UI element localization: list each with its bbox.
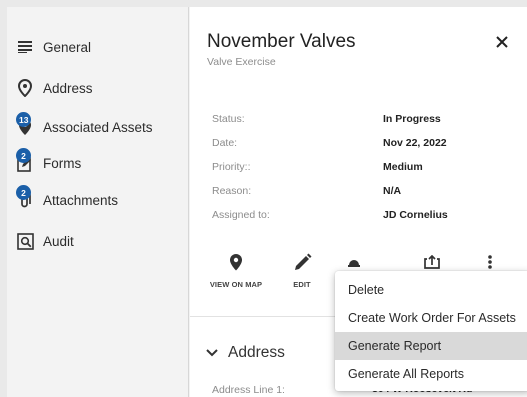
location-pin-icon: 13 [15,112,35,137]
view-on-map-button[interactable]: VIEW ON MAP [203,251,269,299]
menu-item-create-work-order[interactable]: Create Work Order For Assets [335,304,527,332]
list-icon [15,37,35,57]
menu-item-generate-report[interactable]: Generate Report [335,332,527,360]
sidebar-item-audit[interactable]: Audit [7,226,189,256]
pencil-icon [291,251,313,273]
form-edit-icon: 2 [15,148,35,173]
page-title: November Valves [207,31,356,52]
sidebar-item-forms[interactable]: 2 Forms [7,148,189,178]
detail-value: Medium [383,161,423,173]
view-on-map-label: VIEW ON MAP [209,280,263,289]
menu-item-generate-all-reports[interactable]: Generate All Reports [335,360,527,388]
work-order-window: General Address 13 Associated Assets 2 F… [7,7,527,397]
detail-value: JD Cornelius [383,209,448,221]
detail-label: Status: [212,113,245,125]
sidebar-item-label: Forms [43,155,82,171]
sidebar-item-label: Attachments [43,192,119,208]
detail-label: Reason: [212,185,252,197]
count-badge: 2 [16,185,31,200]
chevron-down-icon [206,344,218,362]
detail-reason: Reason: N/A [212,185,512,201]
count-badge: 2 [16,148,31,163]
sidebar-item-label: General [43,39,92,55]
more-options-menu: Delete Create Work Order For Assets Gene… [335,271,527,391]
sidebar: General Address 13 Associated Assets 2 F… [7,7,189,397]
hard-hat-icon [343,251,365,273]
location-pin-icon [225,251,247,273]
close-icon [496,35,508,53]
sidebar-item-general[interactable]: General [7,32,189,62]
sidebar-item-label: Address [43,80,93,96]
detail-value: Nov 22, 2022 [383,137,447,149]
detail-status: Status: In Progress [212,113,512,129]
detail-label: Date: [212,137,238,149]
location-pin-icon [15,78,35,98]
section-title: Address [228,344,285,361]
sidebar-item-label: Audit [43,233,74,249]
sidebar-item-label: Associated Assets [43,119,153,135]
paperclip-icon: 2 [15,185,35,210]
detail-label: Priority:: [212,161,251,173]
more-vertical-icon [479,251,501,273]
detail-value: In Progress [383,113,441,125]
sidebar-item-attachments[interactable]: 2 Attachments [7,185,189,215]
audit-search-icon [15,231,35,251]
detail-assigned-to: Assigned to: JD Cornelius [212,209,512,225]
share-icon [421,251,443,273]
page-subtitle: Valve Exercise [207,56,276,68]
menu-item-delete[interactable]: Delete [335,276,527,304]
address-line-label: Address Line 1: [212,384,285,396]
sidebar-item-associated-assets[interactable]: 13 Associated Assets [7,112,189,142]
close-button[interactable] [490,32,514,56]
address-section-toggle[interactable]: Address [206,342,285,364]
detail-value: N/A [383,185,402,197]
detail-priority: Priority:: Medium [212,161,512,177]
detail-label: Assigned to: [212,209,270,221]
sidebar-item-address[interactable]: Address [7,73,189,103]
detail-date: Date: Nov 22, 2022 [212,137,512,153]
